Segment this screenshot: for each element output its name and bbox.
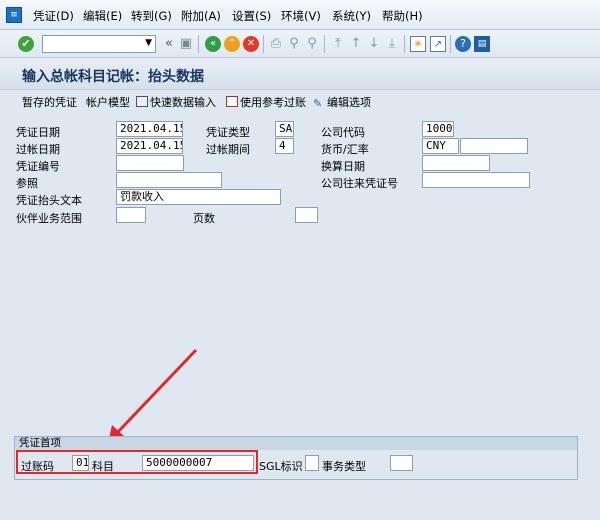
sgl-label: SGL标识 [259,460,303,473]
transaction-type-label: 事务类型 [322,460,366,473]
sgl-field[interactable] [305,455,319,471]
highlight-box [16,450,258,474]
group-title: 凭证首项 [15,437,577,450]
transaction-type-field[interactable] [390,455,413,471]
